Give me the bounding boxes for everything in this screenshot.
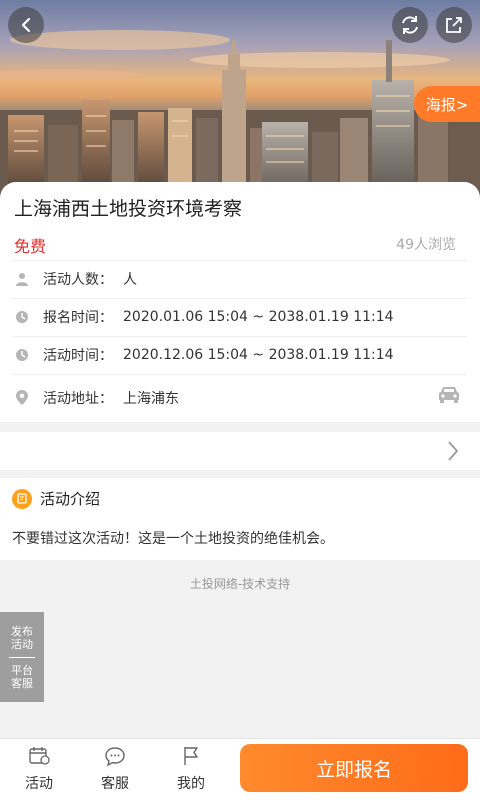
signup-button[interactable]: 立即报名 [240, 744, 468, 792]
row-label: 报名时间： [43, 310, 113, 326]
tab-label: 我的 [177, 776, 205, 792]
clock-icon [14, 309, 30, 325]
event-time-row: 活动时间： 2020.12.06 15:04 ~ 2038.01.19 11:1… [12, 336, 467, 373]
intro-section: 活动介绍 不要错过这次活动！这是一个土地投资的绝佳机会。 [0, 478, 480, 560]
address-row[interactable]: 活动地址： 上海浦东 [12, 374, 467, 420]
event-icon [27, 743, 51, 769]
chevron-left-icon [21, 17, 31, 33]
chat-icon [103, 743, 127, 769]
side-float-menu: 发布活动 平台客服 [0, 612, 44, 702]
clock-icon [14, 347, 30, 363]
divider [9, 656, 35, 658]
tab-mine[interactable]: 我的 [161, 743, 221, 797]
intro-heading: 活动介绍 [12, 488, 100, 509]
event-info-card: 上海浦西土地投资环境考察 免费 49人浏览 活动人数： 人 报名时间： 2020… [0, 182, 480, 422]
platform-service-link[interactable]: 平台客服 [9, 664, 35, 690]
row-value: 2020.01.06 15:04 ~ 2038.01.19 11:14 [123, 309, 394, 325]
intro-text: 不要错过这次活动！这是一个土地投资的绝佳机会。 [12, 531, 334, 547]
chevron-right-icon [448, 441, 459, 461]
expand-row[interactable] [0, 432, 480, 470]
price-label: 免费 [14, 237, 47, 256]
tab-label: 客服 [101, 776, 129, 792]
row-value: 人 [123, 272, 137, 288]
row-value: 上海浦东 [123, 390, 179, 407]
share-button[interactable] [436, 7, 472, 43]
event-title: 上海浦西土地投资环境考察 [14, 198, 243, 220]
poster-button[interactable]: 海报> [414, 86, 480, 122]
row-label: 活动时间： [43, 348, 113, 364]
publish-event-link[interactable]: 发布活动 [9, 625, 35, 651]
row-label: 活动人数： [43, 272, 113, 288]
note-icon [12, 488, 32, 509]
bottom-action-bar: 活动 客服 我的 立即报名 [0, 738, 480, 800]
tab-event[interactable]: 活动 [9, 743, 69, 797]
tab-service[interactable]: 客服 [85, 743, 145, 797]
hero-banner: 海报> [0, 0, 480, 200]
tech-support-text: 土投网络-技术支持 [189, 577, 291, 591]
refresh-icon [402, 16, 418, 34]
flag-icon [180, 743, 202, 769]
taxi-icon[interactable] [437, 384, 461, 408]
refresh-button[interactable] [392, 7, 428, 43]
signup-time-row: 报名时间： 2020.01.06 15:04 ~ 2038.01.19 11:1… [12, 298, 467, 335]
view-count: 49人浏览 [396, 237, 456, 253]
intro-heading-text: 活动介绍 [40, 490, 101, 508]
back-button[interactable] [8, 7, 44, 43]
tab-label: 活动 [25, 776, 53, 792]
person-icon [14, 271, 30, 287]
row-value: 2020.12.06 15:04 ~ 2038.01.19 11:14 [123, 347, 394, 363]
participants-row: 活动人数： 人 [12, 260, 467, 297]
location-pin-icon [14, 390, 30, 406]
share-icon [446, 17, 462, 33]
row-label: 活动地址： [43, 390, 113, 407]
